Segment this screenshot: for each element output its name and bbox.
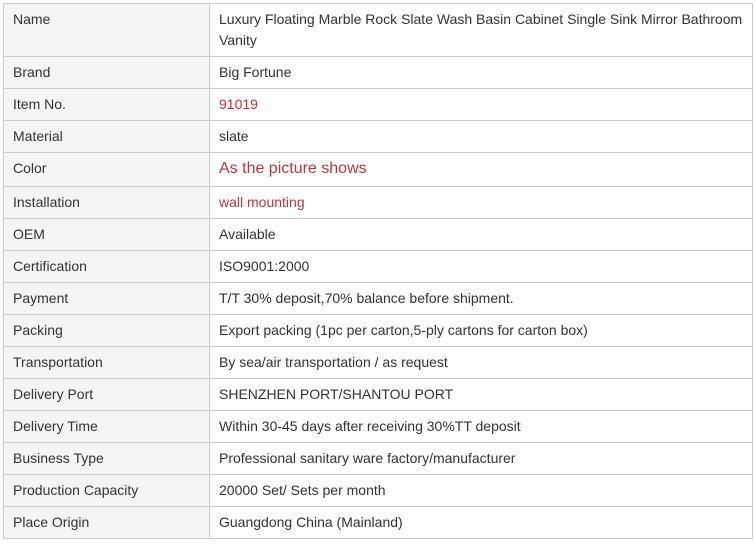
product-spec-table: Name Luxury Floating Marble Rock Slate W… <box>3 3 753 539</box>
spec-row-delivery-port: Delivery Port SHENZHEN PORT/SHANTOU PORT <box>3 378 753 411</box>
spec-value-oem: Available <box>209 218 753 251</box>
spec-label: Place Origin <box>3 506 210 539</box>
spec-label: Item No. <box>3 88 210 121</box>
spec-label: Transportation <box>3 346 210 379</box>
spec-value-installation: wall mounting <box>209 186 753 219</box>
spec-label: Brand <box>3 56 210 89</box>
spec-value-packing: Export packing (1pc per carton,5-ply car… <box>209 314 753 347</box>
spec-label: Business Type <box>3 442 210 475</box>
spec-value-color: As the picture shows <box>209 152 753 187</box>
spec-row-item-no: Item No. 91019 <box>3 88 753 121</box>
spec-value-place-origin: Guangdong China (Mainland) <box>209 506 753 539</box>
spec-label: Name <box>3 3 210 57</box>
spec-label: Delivery Time <box>3 410 210 443</box>
spec-row-brand: Brand Big Fortune <box>3 56 753 89</box>
spec-label: Certification <box>3 250 210 283</box>
spec-row-transportation: Transportation By sea/air transportation… <box>3 346 753 379</box>
spec-value-material: slate <box>209 120 753 153</box>
spec-value-production-capacity: 20000 Set/ Sets per month <box>209 474 753 507</box>
spec-row-payment: Payment T/T 30% deposit,70% balance befo… <box>3 282 753 315</box>
spec-row-material: Material slate <box>3 120 753 153</box>
spec-row-packing: Packing Export packing (1pc per carton,5… <box>3 314 753 347</box>
spec-label: Delivery Port <box>3 378 210 411</box>
spec-value-product-name: Luxury Floating Marble Rock Slate Wash B… <box>209 3 753 57</box>
spec-row-name: Name Luxury Floating Marble Rock Slate W… <box>3 3 753 57</box>
spec-label: Installation <box>3 186 210 219</box>
spec-row-certification: Certification ISO9001:2000 <box>3 250 753 283</box>
spec-value-business-type: Professional sanitary ware factory/manuf… <box>209 442 753 475</box>
spec-label: Color <box>3 152 210 187</box>
spec-row-color: Color As the picture shows <box>3 152 753 187</box>
spec-value-transportation: By sea/air transportation / as request <box>209 346 753 379</box>
spec-row-delivery-time: Delivery Time Within 30-45 days after re… <box>3 410 753 443</box>
spec-value-delivery-time: Within 30-45 days after receiving 30%TT … <box>209 410 753 443</box>
spec-label: Material <box>3 120 210 153</box>
spec-row-business-type: Business Type Professional sanitary ware… <box>3 442 753 475</box>
spec-label: Packing <box>3 314 210 347</box>
spec-row-place-origin: Place Origin Guangdong China (Mainland) <box>3 506 753 539</box>
spec-value-payment: T/T 30% deposit,70% balance before shipm… <box>209 282 753 315</box>
spec-row-oem: OEM Available <box>3 218 753 251</box>
spec-label: Production Capacity <box>3 474 210 507</box>
spec-value-brand: Big Fortune <box>209 56 753 89</box>
spec-label: OEM <box>3 218 210 251</box>
spec-value-certification: ISO9001:2000 <box>209 250 753 283</box>
spec-value-item-no: 91019 <box>209 88 753 121</box>
spec-value-delivery-port: SHENZHEN PORT/SHANTOU PORT <box>209 378 753 411</box>
spec-row-installation: Installation wall mounting <box>3 186 753 219</box>
spec-row-production-capacity: Production Capacity 20000 Set/ Sets per … <box>3 474 753 507</box>
spec-label: Payment <box>3 282 210 315</box>
